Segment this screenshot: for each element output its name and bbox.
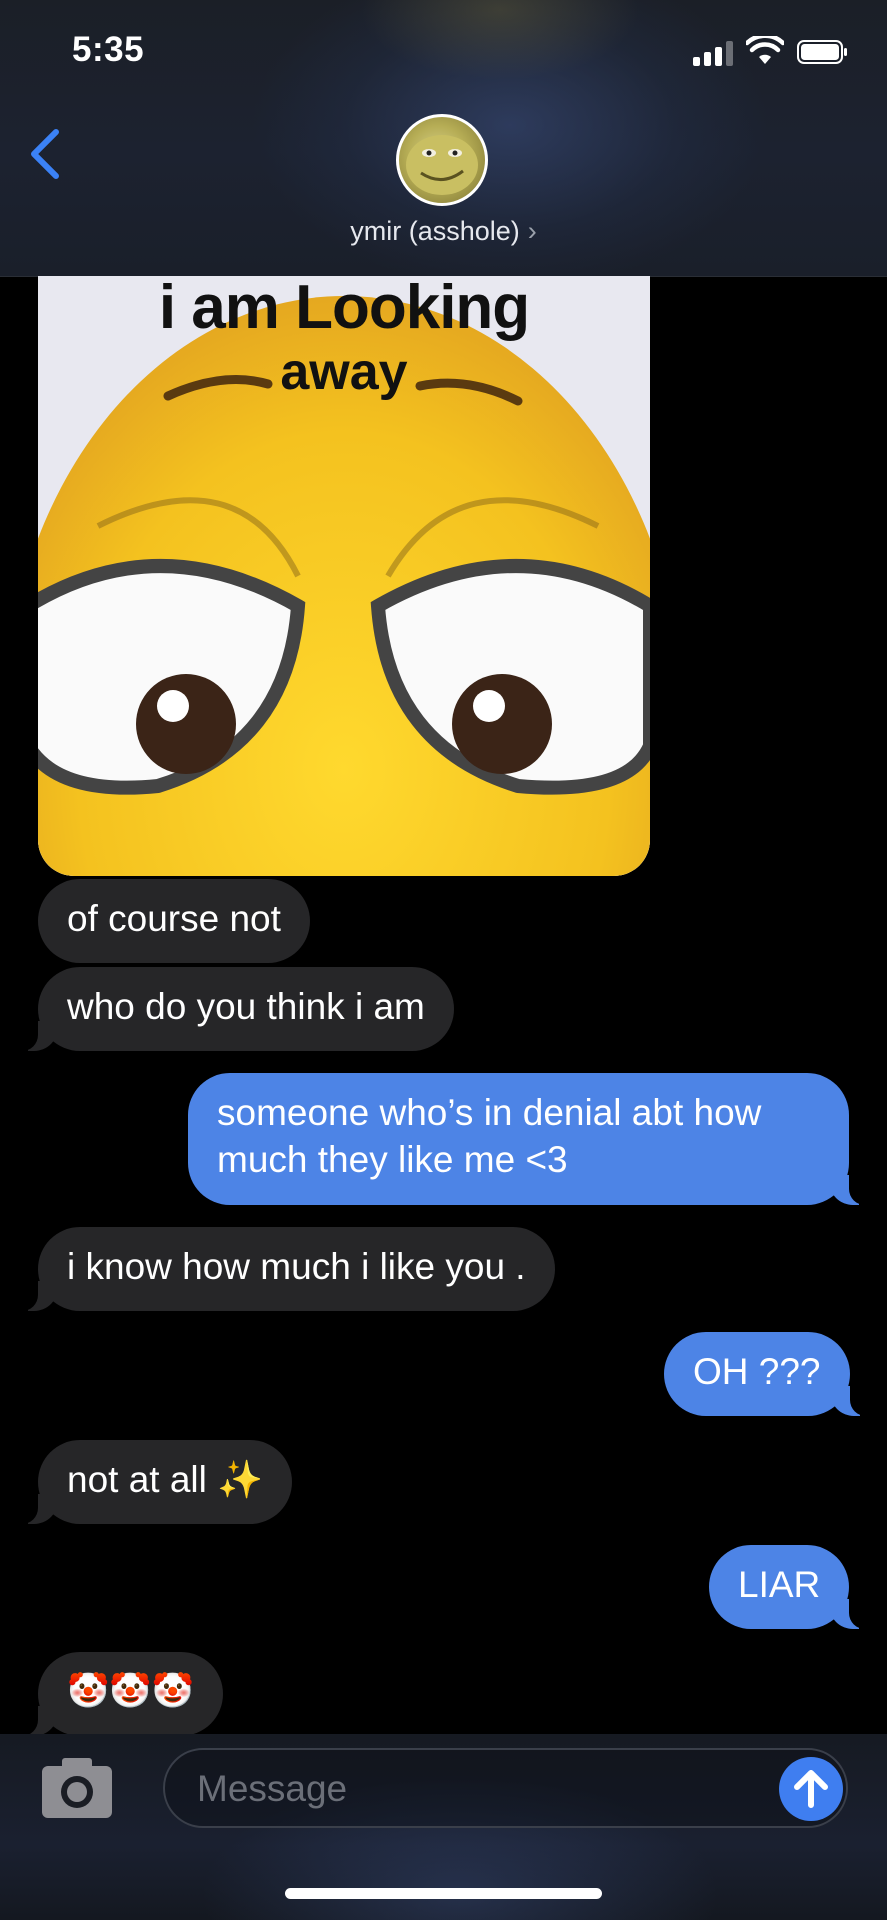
camera-icon[interactable]	[40, 1754, 114, 1820]
contact-name[interactable]: ymir (asshole)	[350, 216, 520, 246]
send-button[interactable]	[779, 1757, 843, 1821]
sent-message[interactable]: someone who’s in denial abt how much the…	[188, 1073, 871, 1205]
image-caption-line2: away	[280, 343, 408, 401]
received-message[interactable]: i know how much i like you .	[16, 1227, 555, 1311]
image-caption-line1: i am Looking	[158, 276, 530, 342]
status-time: 5:35	[72, 30, 145, 69]
home-indicator[interactable]	[285, 1888, 602, 1899]
battery-icon	[797, 40, 847, 64]
message-text-line1: someone who’s in denial abt how	[217, 1092, 762, 1133]
received-message[interactable]: who do you think i am	[16, 967, 454, 1051]
received-message[interactable]: of course not	[38, 879, 310, 963]
image-message[interactable]: i am Looking away	[38, 276, 650, 876]
message-text: 🤡🤡🤡	[67, 1672, 195, 1710]
send-arrow-icon	[794, 1770, 828, 1808]
sent-message[interactable]: LIAR	[709, 1545, 872, 1629]
back-chevron-icon[interactable]	[26, 126, 66, 182]
message-text-line2: much they like me <3	[217, 1139, 568, 1180]
received-message[interactable]: not at all ✨	[15, 1440, 293, 1524]
contact-avatar[interactable]	[396, 114, 488, 206]
chevron-right-icon: ›	[527, 216, 537, 246]
message-text: i know how much i like you .	[67, 1246, 526, 1287]
avatar-face-icon	[406, 135, 478, 195]
received-message[interactable]: 🤡🤡🤡	[15, 1652, 224, 1736]
message-text: who do you think i am	[67, 986, 425, 1027]
message-text: not at all ✨	[67, 1459, 264, 1500]
conversation-header: 5:35 ymir (asshole) ›	[0, 0, 887, 277]
message-field[interactable]	[163, 1748, 848, 1828]
message-text: LIAR	[738, 1564, 821, 1605]
message-input-bar	[0, 1734, 887, 1920]
header-glow-warm	[360, 0, 640, 80]
cellular-signal-icon	[693, 40, 735, 66]
message-input[interactable]	[195, 1750, 739, 1828]
wifi-icon	[746, 36, 784, 64]
message-text: OH ???	[693, 1351, 821, 1392]
contact-name-row[interactable]: ymir (asshole) ›	[0, 216, 887, 247]
sent-message[interactable]: OH ???	[664, 1332, 871, 1416]
